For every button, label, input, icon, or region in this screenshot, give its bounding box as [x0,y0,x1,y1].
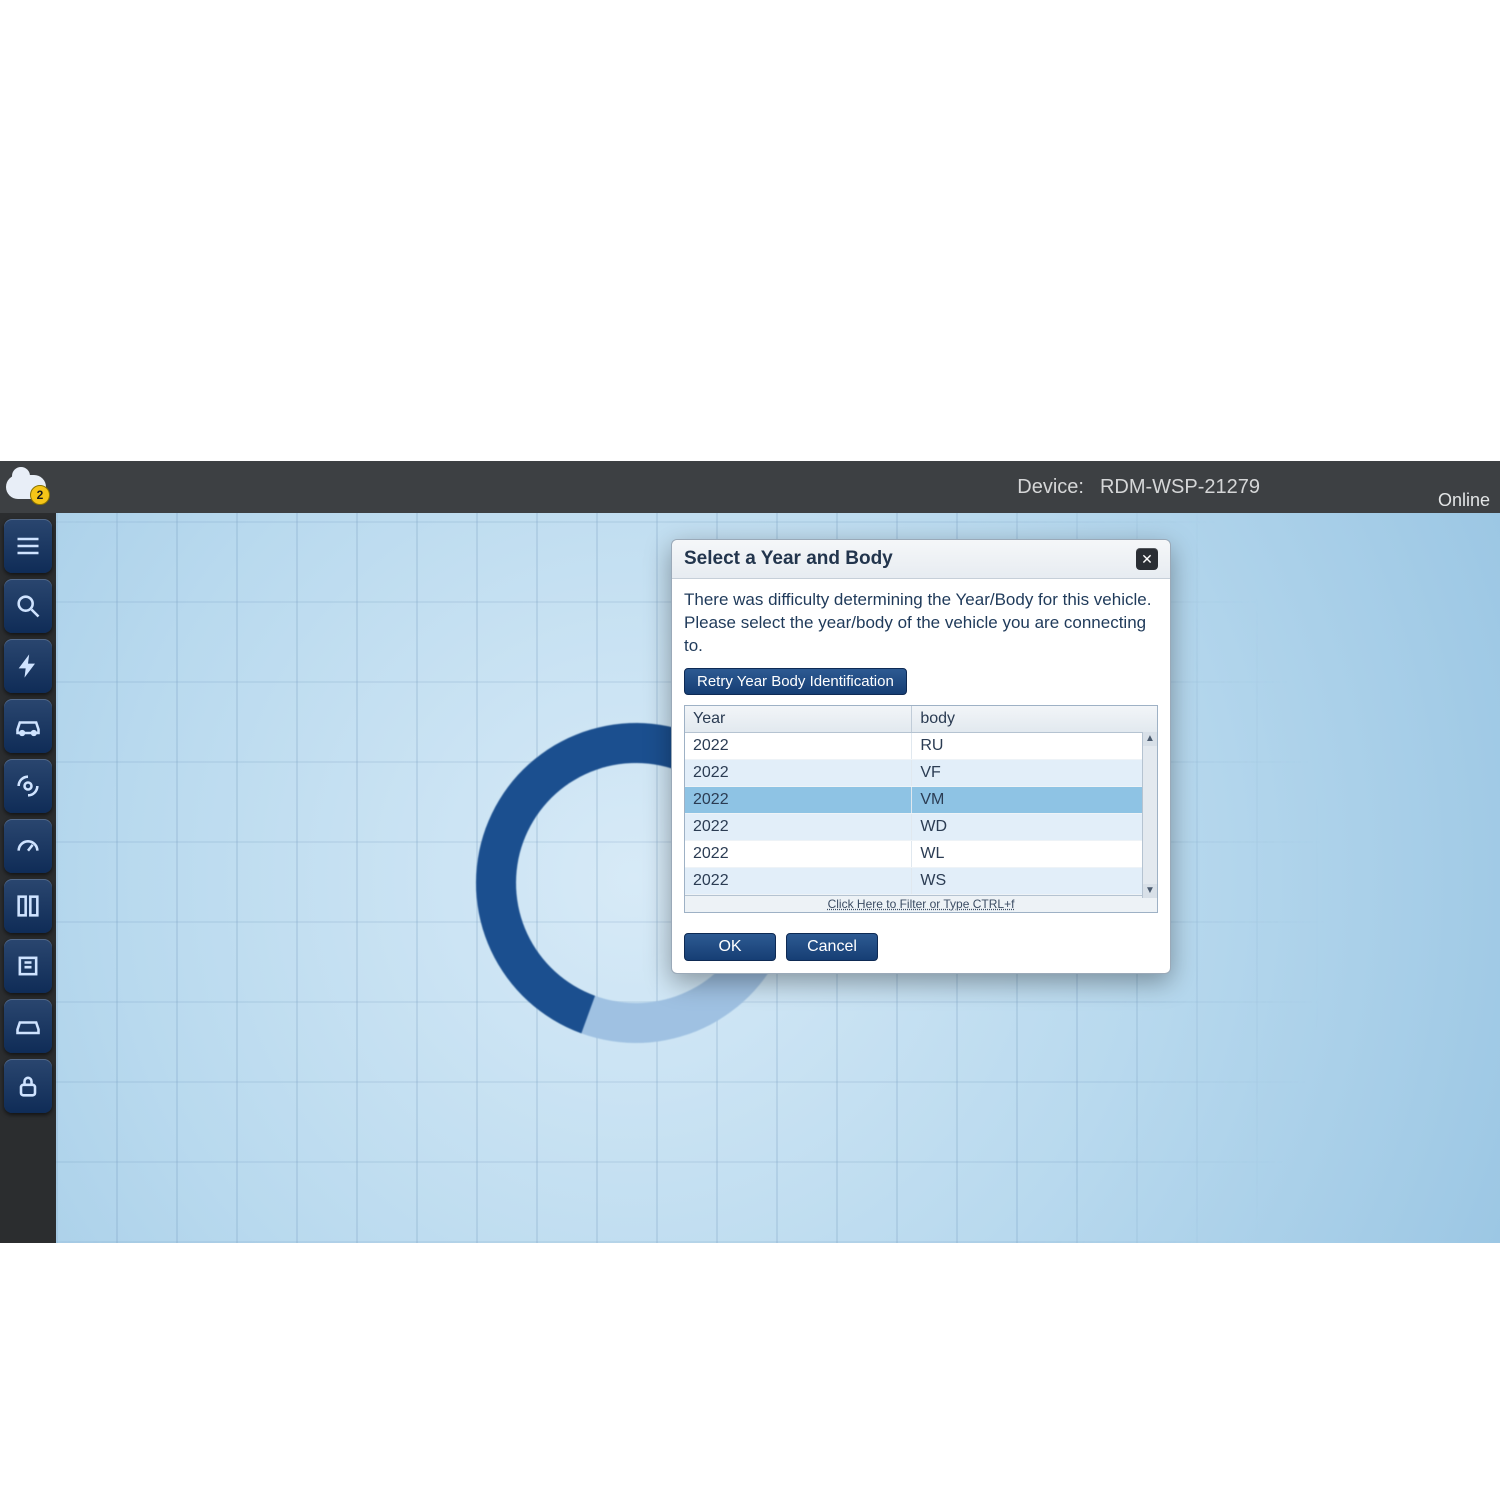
ok-button[interactable]: OK [684,933,776,961]
app-shell: 2 Device: RDM-WSP-21279 Online [0,461,1500,1243]
cell-body: VF [912,760,1157,786]
car-search-icon [14,592,42,620]
grid-header: Year body [685,706,1157,733]
scroll-up-icon[interactable]: ▲ [1143,732,1157,746]
cell-body: WD [912,814,1157,840]
dialog-title: Select a Year and Body [684,548,893,570]
sidebar-flash-button[interactable] [4,639,52,693]
cell-body: RU [912,733,1157,759]
cell-year: 2022 [685,841,912,867]
dialog-body: There was difficulty determining the Yea… [672,579,1170,925]
dialog-message: There was difficulty determining the Yea… [684,589,1158,658]
column-header-year[interactable]: Year [685,706,912,732]
sidebar-menu-button[interactable] [4,519,52,573]
cell-year: 2022 [685,814,912,840]
menu-icon [14,532,42,560]
dialog-close-button[interactable]: ✕ [1136,548,1158,570]
blank-region-top [0,0,1500,461]
car-icon [14,712,42,740]
table-row[interactable]: 2022WD [685,814,1157,841]
workspace-background: Select a Year and Body ✕ There was diffi… [56,513,1500,1243]
columns-icon [14,892,42,920]
lock-icon [14,1072,42,1100]
radar-icon [14,772,42,800]
table-row[interactable]: 2022WL [685,841,1157,868]
notification-badge: 2 [30,485,50,505]
online-status: Online [1438,490,1490,511]
column-header-body[interactable]: body [912,706,1157,732]
cell-year: 2022 [685,868,912,894]
table-row[interactable]: 2022RU [685,733,1157,760]
device-label: Device: [1017,476,1084,499]
year-body-dialog: Select a Year and Body ✕ There was diffi… [671,539,1171,974]
grid-scrollbar[interactable]: ▲ ▼ [1142,732,1157,898]
sidebar-vehicle-config-button[interactable] [4,939,52,993]
table-row[interactable]: 2022WS [685,868,1157,895]
top-bar: 2 Device: RDM-WSP-21279 [0,461,1500,513]
sidebar-layout-button[interactable] [4,879,52,933]
dialog-actions: OK Cancel [672,925,1170,973]
table-row[interactable]: 2022VM [685,787,1157,814]
cell-year: 2022 [685,760,912,786]
grid-rows: 2022RU2022VF2022VM2022WD2022WL2022WS [685,733,1157,895]
retry-identification-button[interactable]: Retry Year Body Identification [684,668,907,695]
sidebar-lock-button[interactable] [4,1059,52,1113]
sidebar-diag2-button[interactable] [4,999,52,1053]
cell-year: 2022 [685,787,912,813]
cancel-button[interactable]: Cancel [786,933,878,961]
device-value: RDM-WSP-21279 [1100,476,1260,499]
sidebar-vehicle-view-button[interactable] [4,699,52,753]
building-icon [14,952,42,980]
status-bar: Online [1438,487,1500,513]
sidebar-gauge-button[interactable] [4,819,52,873]
car2-icon [14,1012,42,1040]
grid-filter-hint[interactable]: Click Here to Filter or Type CTRL+f [685,895,1157,912]
cloud-notification-icon[interactable]: 2 [2,463,50,511]
sidebar [0,513,64,1243]
cell-body: WS [912,868,1157,894]
cell-body: WL [912,841,1157,867]
sidebar-vehicle-search-button[interactable] [4,579,52,633]
year-body-grid: Year body 2022RU2022VF2022VM2022WD2022WL… [684,705,1158,913]
gauge-icon [14,832,42,860]
cloud-icon: 2 [6,473,46,501]
dialog-header: Select a Year and Body ✕ [672,540,1170,579]
close-icon: ✕ [1141,551,1153,568]
cell-body: VM [912,787,1157,813]
lightning-icon [14,652,42,680]
scroll-down-icon[interactable]: ▼ [1143,884,1157,898]
sidebar-systems-scan-button[interactable] [4,759,52,813]
cell-year: 2022 [685,733,912,759]
table-row[interactable]: 2022VF [685,760,1157,787]
